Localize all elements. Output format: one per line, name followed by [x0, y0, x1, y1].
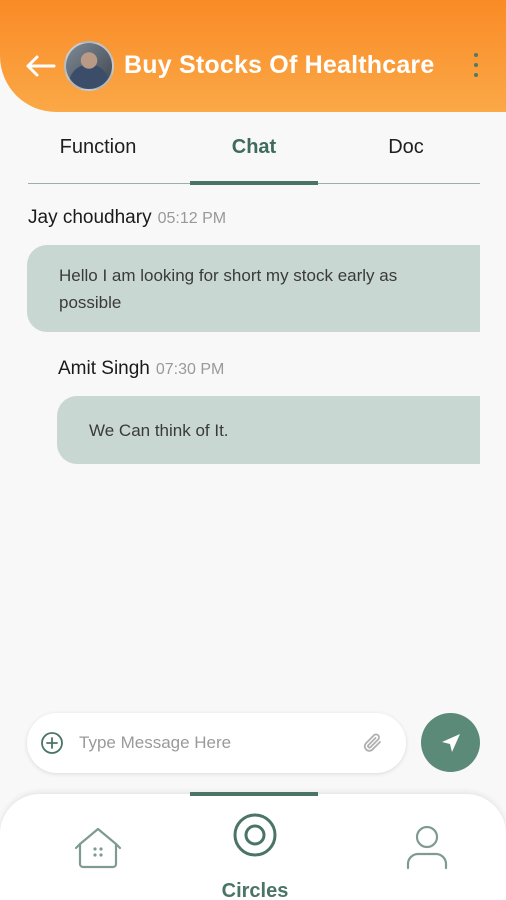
app-header: Buy Stocks Of Healthcare	[0, 0, 506, 112]
message-header: Amit Singh 07:30 PM	[58, 358, 224, 380]
message-input[interactable]	[79, 725, 349, 761]
sender-name: Jay choudhary	[28, 207, 152, 228]
nav-circles[interactable]: Circles	[215, 812, 295, 900]
tab-doc[interactable]: Doc	[340, 136, 472, 159]
active-nav-indicator	[190, 792, 318, 796]
message-text: We Can think of It.	[89, 421, 229, 440]
profile-icon	[406, 825, 448, 870]
message-time: 05:12 PM	[157, 210, 227, 227]
nav-home[interactable]	[72, 824, 124, 872]
avatar[interactable]	[64, 41, 114, 91]
back-button[interactable]	[22, 50, 58, 82]
more-vertical-icon	[474, 53, 478, 57]
message-header: Jay choudhary 05:12 PM	[28, 207, 226, 229]
message-text: Hello I am looking for short my stock ea…	[59, 266, 398, 312]
message-time: 07:30 PM	[155, 361, 225, 378]
send-button[interactable]	[421, 713, 480, 772]
arrow-left-icon	[26, 55, 56, 77]
nav-circles-label: Circles	[221, 880, 289, 900]
tab-bar: Function Chat Doc	[28, 124, 480, 185]
home-icon	[74, 827, 122, 869]
sender-name: Amit Singh	[58, 358, 150, 379]
more-options-button[interactable]	[466, 50, 486, 80]
circles-icon	[233, 813, 277, 857]
message-composer	[27, 713, 406, 773]
message-bubble[interactable]: We Can think of It.	[57, 396, 480, 464]
message-bubble[interactable]: Hello I am looking for short my stock ea…	[27, 245, 480, 332]
bottom-navigation: Circles	[0, 792, 506, 900]
page-title: Buy Stocks Of Healthcare	[124, 51, 435, 79]
active-tab-indicator	[190, 181, 318, 185]
send-icon	[441, 733, 460, 752]
tab-chat[interactable]: Chat	[190, 136, 318, 159]
tab-function[interactable]: Function	[28, 136, 168, 159]
nav-profile[interactable]	[402, 822, 452, 872]
plus-circle-icon[interactable]	[40, 731, 64, 755]
paperclip-icon[interactable]	[361, 730, 385, 756]
